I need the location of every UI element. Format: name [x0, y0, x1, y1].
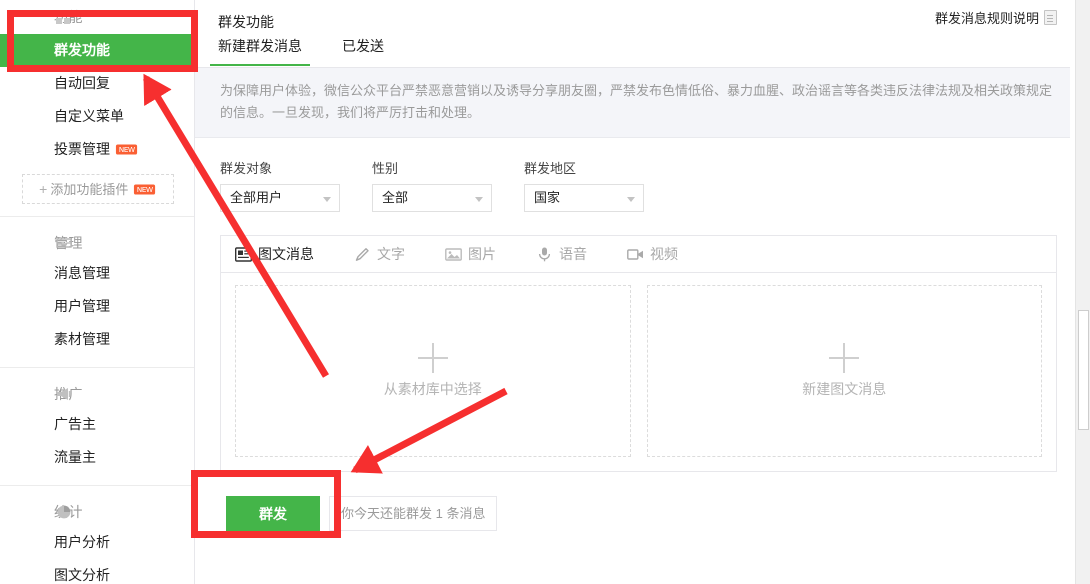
plus-icon [418, 343, 448, 373]
select-from-library-box[interactable]: 从素材库中选择 [235, 285, 631, 457]
chevron-down-icon [475, 197, 483, 202]
add-plugin-label: 添加功能插件 [50, 182, 128, 197]
plus-icon: + [39, 181, 47, 197]
sidebar-item-label: 广告主 [54, 416, 96, 432]
pencil-icon [354, 246, 371, 263]
vertical-scrollbar[interactable] [1075, 0, 1090, 584]
sidebar-item-label: 投票管理 [54, 141, 110, 157]
sidebar-group-header: 推广 [0, 368, 194, 408]
message-type-tabs: 图文消息 文字 图片 [221, 236, 1056, 273]
message-composer-card: 图文消息 文字 图片 [220, 235, 1057, 472]
type-tab-label: 视频 [650, 244, 678, 264]
video-camera-icon [627, 246, 644, 263]
type-tab-video[interactable]: 视频 [627, 244, 678, 264]
send-button[interactable]: 群发 [226, 496, 320, 531]
tab-new-mass-message[interactable]: 新建群发消息 [218, 36, 302, 65]
article-icon [235, 246, 252, 263]
drop-box-label: 新建图文消息 [802, 379, 886, 399]
policy-notice: 为保障用户体验，微信公众平台严禁恶意营销以及诱导分享朋友圈，严禁发布色情低俗、暴… [195, 68, 1075, 138]
sidebar-item-label: 用户分析 [54, 534, 110, 550]
sidebar-item-label: 消息管理 [54, 265, 110, 281]
region-select[interactable]: 国家 [524, 184, 644, 212]
gender-select[interactable]: 全部 [372, 184, 492, 212]
sidebar-group-header: 管理 [0, 217, 194, 257]
create-article-box[interactable]: 新建图文消息 [647, 285, 1043, 457]
action-row: 群发 你今天还能群发 1 条消息 [195, 472, 1075, 531]
sidebar-item-message-manage[interactable]: 消息管理 [0, 257, 194, 290]
sidebar-group-header: 统计 [0, 486, 194, 526]
app-window: 功能 群发功能 自动回复 自定义菜单 投票管理 NEW +添加功能插件 NEW [0, 0, 1090, 584]
drop-box-label: 从素材库中选择 [384, 379, 482, 399]
rules-link-label: 群发消息规则说明 [935, 8, 1039, 27]
tab-label: 新建群发消息 [218, 38, 302, 54]
content-drop-area: 从素材库中选择 新建图文消息 [221, 273, 1056, 471]
sidebar-item-publisher[interactable]: 流量主 [0, 441, 194, 474]
sidebar-item-custom-menu[interactable]: 自定义菜单 [0, 100, 194, 133]
grid-icon [56, 9, 72, 25]
tab-label: 已发送 [342, 38, 384, 54]
select-value: 全部 [382, 190, 408, 205]
sidebar-item-label: 自定义菜单 [54, 108, 124, 124]
type-tab-article[interactable]: 图文消息 [235, 244, 314, 264]
filter-region: 群发地区 国家 [524, 158, 644, 212]
tab-bar: 新建群发消息 已发送 群发消息规则说明 [195, 36, 1075, 68]
sidebar-item-label: 自动回复 [54, 75, 110, 91]
filter-label: 性别 [372, 158, 492, 177]
microphone-icon [536, 246, 553, 263]
image-icon [445, 246, 462, 263]
sidebar-group-features: 功能 群发功能 自动回复 自定义菜单 投票管理 NEW +添加功能插件 NEW [0, 0, 194, 217]
sidebar-item-label: 素材管理 [54, 331, 110, 347]
add-plugin-button[interactable]: +添加功能插件 NEW [22, 174, 174, 204]
audience-select[interactable]: 全部用户 [220, 184, 340, 212]
sidebar-item-user-manage[interactable]: 用户管理 [0, 290, 194, 323]
filter-label: 群发地区 [524, 158, 644, 177]
sidebar-item-label: 用户管理 [54, 298, 110, 314]
sidebar-group-statistics: 统计 用户分析 图文分析 消息分析 接口分析 [0, 486, 194, 584]
sidebar-item-label: 群发功能 [54, 42, 110, 58]
type-tab-image[interactable]: 图片 [445, 244, 496, 264]
sidebar-item-user-analysis[interactable]: 用户分析 [0, 526, 194, 559]
scrollbar-thumb[interactable] [1078, 310, 1089, 430]
document-icon [1044, 10, 1057, 25]
sidebar-group-management: 管理 消息管理 用户管理 素材管理 [0, 217, 194, 368]
sidebar-item-label: 流量主 [54, 449, 96, 465]
tab-sent[interactable]: 已发送 [342, 36, 384, 65]
type-tab-label: 语音 [559, 244, 587, 264]
sidebar-item-vote-manage[interactable]: 投票管理 NEW [0, 133, 194, 166]
chevron-down-icon [627, 197, 635, 202]
sidebar: 功能 群发功能 自动回复 自定义菜单 投票管理 NEW +添加功能插件 NEW [0, 0, 195, 584]
plus-icon [829, 343, 859, 373]
type-tab-text[interactable]: 文字 [354, 244, 405, 264]
sidebar-item-material-manage[interactable]: 素材管理 [0, 323, 194, 356]
filter-audience: 群发对象 全部用户 [220, 158, 340, 212]
quota-text: 你今天还能群发 1 条消息 [329, 496, 497, 531]
megaphone-icon [56, 386, 72, 402]
sidebar-item-auto-reply[interactable]: 自动回复 [0, 67, 194, 100]
main-content: 群发功能 新建群发消息 已发送 群发消息规则说明 为保障用户体验，微信公众平台严… [195, 0, 1075, 584]
filter-label: 群发对象 [220, 158, 340, 177]
sidebar-item-label: 图文分析 [54, 567, 110, 583]
filter-gender: 性别 全部 [372, 158, 492, 212]
sidebar-item-mass-send[interactable]: 群发功能 [0, 34, 194, 67]
type-tab-label: 图文消息 [258, 244, 314, 264]
sidebar-item-article-analysis[interactable]: 图文分析 [0, 559, 194, 584]
sidebar-item-advertiser[interactable]: 广告主 [0, 408, 194, 441]
filter-row: 群发对象 全部用户 性别 全部 群发地区 国家 [195, 138, 1075, 212]
new-badge: NEW [116, 144, 138, 154]
new-badge: NEW [134, 185, 156, 195]
type-tab-label: 文字 [377, 244, 405, 264]
type-tab-label: 图片 [468, 244, 496, 264]
chevron-down-icon [323, 197, 331, 202]
select-value: 全部用户 [230, 190, 282, 205]
type-tab-voice[interactable]: 语音 [536, 244, 587, 264]
inbox-icon [56, 235, 72, 251]
sidebar-group-promotion: 推广 广告主 流量主 [0, 368, 194, 486]
sidebar-group-header: 功能 [0, 0, 194, 34]
select-value: 国家 [534, 190, 560, 205]
mass-message-rules-link[interactable]: 群发消息规则说明 [935, 8, 1057, 27]
pie-chart-icon [56, 504, 72, 520]
